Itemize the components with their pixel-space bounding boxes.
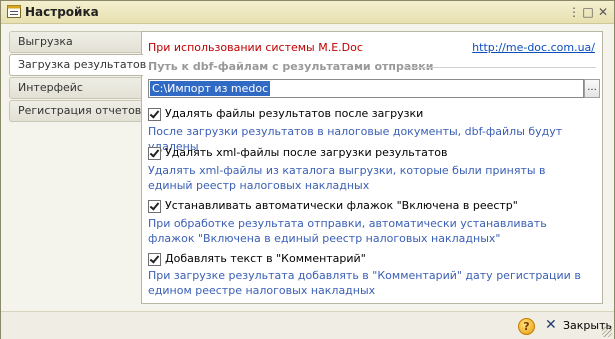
close-icon: ✕ bbox=[545, 317, 557, 333]
resize-grip[interactable] bbox=[602, 327, 612, 337]
tab-export[interactable]: Выгрузка bbox=[9, 31, 141, 53]
path-value: C:\Импорт из medoc bbox=[150, 81, 271, 96]
form-icon bbox=[7, 5, 21, 18]
title-bar: Настройка ⋮ □ ✕ bbox=[1, 1, 614, 24]
help-icon[interactable]: ? bbox=[518, 318, 535, 335]
checkbox-set-registry-flag[interactable] bbox=[148, 200, 161, 213]
path-input[interactable]: C:\Импорт из medoc bbox=[148, 79, 584, 98]
window-close-button[interactable]: ✕ bbox=[597, 6, 609, 18]
window-menu-button[interactable]: ⋮ bbox=[568, 6, 580, 18]
option-label[interactable]: Устанавливать автоматически флажок "Вклю… bbox=[165, 199, 518, 212]
option-description: При загрузке результата добавлять в "Ком… bbox=[148, 269, 581, 297]
tab-panel: При использовании системы M.E.Doc http:/… bbox=[141, 31, 603, 304]
medoc-link[interactable]: http://me-doc.com.ua/ bbox=[472, 41, 595, 54]
checkbox-add-comment[interactable] bbox=[148, 253, 161, 266]
option-description: Удалять xml-файлы из каталога выгрузки, … bbox=[148, 164, 546, 192]
footer-bar: ? ✕ Закрыть bbox=[1, 311, 614, 339]
settings-window: Настройка ⋮ □ ✕ Выгрузка Загрузка резуль… bbox=[0, 0, 615, 339]
checkbox-delete-results[interactable] bbox=[148, 108, 161, 121]
tab-interface[interactable]: Интерфейс bbox=[9, 77, 141, 99]
checkbox-delete-xml[interactable] bbox=[148, 147, 161, 160]
section-divider bbox=[404, 67, 596, 68]
medoc-notice: При использовании системы M.E.Doc bbox=[148, 41, 363, 54]
option-label[interactable]: Удалять файлы результатов после загрузки bbox=[165, 107, 423, 120]
window-title: Настройка bbox=[25, 5, 99, 19]
path-section-label: Путь к dbf-файлам с результатами отправк… bbox=[148, 60, 434, 73]
tab-load-results[interactable]: Загрузка результатов bbox=[9, 54, 146, 76]
option-label[interactable]: Удалять xml-файлы после загрузки результ… bbox=[165, 146, 448, 159]
option-description: При обработке результата отправки, автом… bbox=[148, 217, 547, 245]
maximize-button[interactable]: □ bbox=[582, 6, 594, 18]
tab-report-registration[interactable]: Регистрация отчетов bbox=[9, 100, 141, 122]
browse-button[interactable]: ... bbox=[584, 79, 600, 98]
option-label[interactable]: Добавлять текст в "Комментарий" bbox=[165, 252, 366, 265]
tab-list: Выгрузка Загрузка результатов Интерфейс … bbox=[9, 31, 146, 123]
